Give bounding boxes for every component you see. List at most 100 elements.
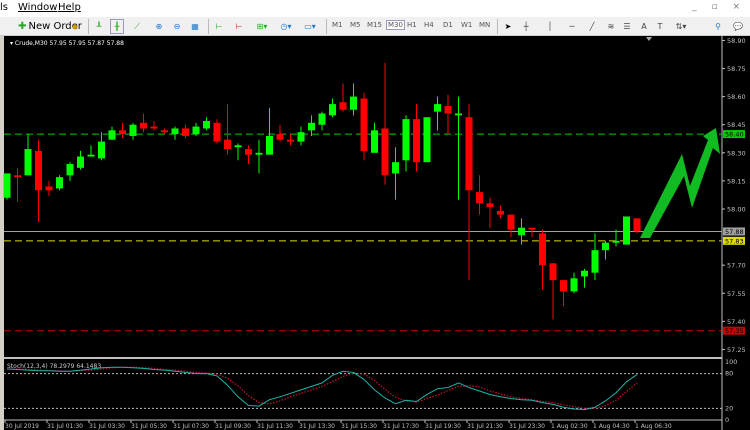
candle-body[interactable] bbox=[350, 96, 357, 110]
candle-body[interactable] bbox=[245, 149, 252, 155]
candle-body[interactable] bbox=[35, 150, 42, 191]
candle-body[interactable] bbox=[413, 119, 420, 163]
candle-body[interactable] bbox=[371, 130, 378, 153]
candle-body[interactable] bbox=[192, 126, 200, 135]
candle-body[interactable] bbox=[539, 233, 546, 266]
period-h1[interactable]: H1 bbox=[407, 21, 417, 29]
candle-body[interactable] bbox=[392, 162, 399, 174]
candle-body[interactable] bbox=[623, 216, 630, 245]
candle-body[interactable] bbox=[266, 135, 273, 155]
candle-body[interactable] bbox=[150, 126, 158, 129]
candle-body[interactable] bbox=[570, 278, 578, 292]
autotrading-icon[interactable]: ◆ bbox=[68, 19, 82, 34]
indicators-icon[interactable]: ⊞▾ bbox=[252, 19, 272, 34]
menu-window[interactable]: Window bbox=[18, 2, 57, 13]
candle-body[interactable] bbox=[297, 132, 305, 142]
zoom-in-icon[interactable]: ⊕ bbox=[152, 19, 166, 34]
period-m30[interactable]: M30 bbox=[386, 20, 405, 30]
candle-body[interactable] bbox=[56, 177, 63, 189]
candle-body[interactable] bbox=[308, 122, 315, 131]
periods-clock-icon[interactable]: ◷▾ bbox=[276, 19, 296, 34]
menu-help[interactable]: Help bbox=[58, 2, 81, 13]
price-chart[interactable]: 58.90 58.75 58.60 58.45 58.30 58.15 58.00 57.70… bbox=[0, 36, 750, 430]
candle-body[interactable] bbox=[255, 152, 263, 155]
candle-body[interactable] bbox=[276, 134, 284, 140]
candle-body[interactable] bbox=[591, 250, 599, 273]
window-controls[interactable]: _ ▫ × bbox=[692, 2, 746, 12]
candle-body[interactable] bbox=[24, 149, 32, 176]
candle-body[interactable] bbox=[612, 240, 620, 243]
candle-body[interactable] bbox=[507, 214, 515, 230]
candle-body[interactable] bbox=[66, 164, 74, 176]
candle-body[interactable] bbox=[455, 113, 462, 116]
candle-body[interactable] bbox=[203, 120, 210, 129]
candle-body[interactable] bbox=[182, 128, 189, 136]
candle-body[interactable] bbox=[161, 130, 168, 133]
candle-body[interactable] bbox=[423, 117, 431, 163]
candle-body[interactable] bbox=[234, 145, 242, 148]
autoscroll-icon[interactable]: ⊢ bbox=[232, 19, 246, 34]
candle-body[interactable] bbox=[14, 175, 21, 178]
vertical-line-icon[interactable]: │ bbox=[544, 19, 556, 34]
cursor-icon[interactable]: ➤ bbox=[502, 19, 514, 34]
menu-tools[interactable]: ls bbox=[0, 2, 8, 13]
candle-body[interactable] bbox=[465, 117, 473, 191]
chart-shift-icon[interactable]: ⊢ bbox=[212, 19, 226, 34]
candle-body[interactable] bbox=[77, 156, 84, 168]
period-w1[interactable]: W1 bbox=[461, 21, 472, 29]
horizontal-line-icon[interactable]: ─ bbox=[566, 19, 578, 34]
candle-body[interactable] bbox=[129, 124, 137, 136]
candle-body[interactable] bbox=[528, 227, 536, 230]
period-m5[interactable]: M5 bbox=[350, 21, 361, 29]
search-icon[interactable]: ⚲ bbox=[712, 19, 724, 34]
candle-body[interactable] bbox=[602, 242, 609, 251]
candle-body[interactable] bbox=[45, 186, 53, 191]
channel-icon[interactable]: ☰ bbox=[620, 19, 634, 34]
candle-body[interactable] bbox=[444, 105, 452, 114]
candle-body[interactable] bbox=[87, 154, 95, 157]
bar-chart-icon[interactable]: ╨ bbox=[92, 19, 106, 34]
candle-body[interactable] bbox=[108, 130, 116, 140]
candlestick-icon[interactable]: ╫ bbox=[110, 19, 124, 34]
candle-body[interactable] bbox=[434, 104, 441, 112]
candle-body[interactable] bbox=[497, 210, 504, 215]
trendline-icon[interactable]: ╱ bbox=[586, 19, 598, 34]
text-label-icon[interactable]: T bbox=[654, 19, 666, 34]
candle-body[interactable] bbox=[476, 192, 483, 204]
templates-icon[interactable]: ▭▾ bbox=[300, 19, 320, 34]
candle-body[interactable] bbox=[360, 98, 368, 151]
candle-body[interactable] bbox=[339, 102, 347, 110]
candle-body[interactable] bbox=[119, 130, 126, 135]
text-icon[interactable]: A bbox=[638, 19, 650, 34]
candle-body[interactable] bbox=[3, 173, 11, 198]
line-chart-icon[interactable]: ⟋ bbox=[130, 19, 144, 34]
period-m15[interactable]: M15 bbox=[367, 21, 382, 29]
period-mn[interactable]: MN bbox=[479, 21, 490, 29]
candle-body[interactable] bbox=[549, 263, 557, 281]
candle-body[interactable] bbox=[171, 128, 179, 135]
period-m1[interactable]: M1 bbox=[332, 21, 343, 29]
candle-body[interactable] bbox=[486, 203, 494, 208]
candle-body[interactable] bbox=[560, 280, 567, 292]
chat-icon[interactable]: 💬 bbox=[730, 19, 746, 34]
candle-body[interactable] bbox=[329, 104, 336, 116]
period-h4[interactable]: H4 bbox=[424, 21, 434, 29]
price-tick-label: 58.00 bbox=[727, 205, 746, 213]
shapes-icon[interactable]: ⇅▾ bbox=[672, 19, 690, 34]
crosshair-icon[interactable]: ┼ bbox=[520, 19, 532, 34]
candle-body[interactable] bbox=[518, 227, 525, 236]
candle-body[interactable] bbox=[213, 122, 221, 142]
zoom-out-icon[interactable]: ⊖ bbox=[170, 19, 184, 34]
candle-body[interactable] bbox=[402, 119, 410, 161]
candle-body[interactable] bbox=[224, 139, 231, 150]
candle-body[interactable] bbox=[98, 141, 105, 159]
period-d1[interactable]: D1 bbox=[443, 21, 453, 29]
fibonacci-icon[interactable]: ≋ bbox=[604, 19, 618, 34]
candle-body[interactable] bbox=[287, 139, 294, 142]
candle-body[interactable] bbox=[140, 122, 147, 129]
candle-body[interactable] bbox=[633, 218, 641, 232]
candle-body[interactable] bbox=[318, 113, 326, 125]
candle-body[interactable] bbox=[581, 270, 588, 277]
tile-windows-icon[interactable]: ▦ bbox=[188, 19, 202, 34]
candle-body[interactable] bbox=[381, 128, 389, 176]
